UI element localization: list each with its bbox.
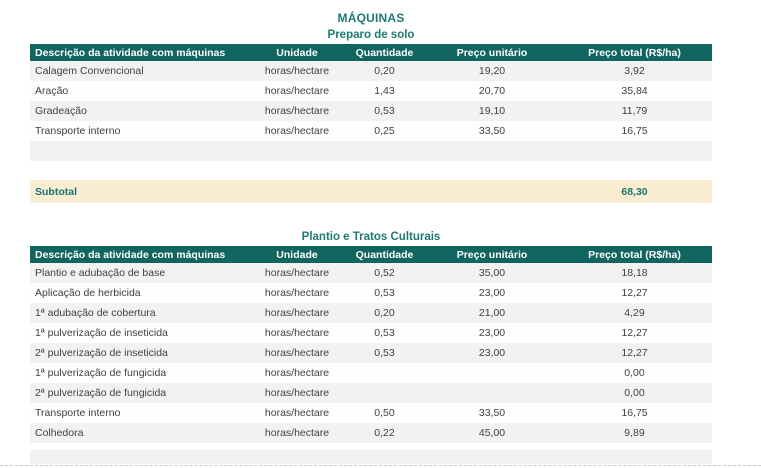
cell-unit[interactable]: horas/hectare [252,65,342,77]
section-preparo-de-solo: Preparo de soloDescrição da atividade co… [30,27,712,203]
cell-unit-price[interactable]: 33,50 [427,407,557,419]
cell-unit[interactable]: horas/hectare [252,307,342,319]
cell-total[interactable]: 12,27 [557,287,712,299]
cell-desc[interactable]: 2ª pulverização de inseticida [30,347,252,359]
cell-qty[interactable]: 0,53 [342,105,427,117]
cell-total[interactable]: 0,00 [557,387,712,399]
spreadsheet: MÁQUINAS Preparo de soloDescrição da ati… [30,10,712,464]
cell-unit-price[interactable]: 35,00 [427,267,557,279]
table-row: Plantio e adubação de basehoras/hectare0… [30,263,712,283]
cell-desc[interactable]: 2ª pulverização de fungicida [30,387,252,399]
table-row: 1ª adubação de coberturahoras/hectare0,2… [30,303,712,323]
subtotal-value[interactable]: 68,30 [557,186,712,198]
table-row: 1ª pulverização de inseticidahoras/hecta… [30,323,712,343]
cell-qty[interactable]: 0,25 [342,125,427,137]
cell-total[interactable]: 16,75 [557,407,712,419]
table-row: Transporte internohoras/hectare0,2533,50… [30,121,712,141]
column-header-unit: Unidade [252,47,342,59]
cell-unit[interactable]: horas/hectare [252,125,342,137]
column-header-unit-price: Preço unitário [427,249,557,261]
cell-unit[interactable]: horas/hectare [252,267,342,279]
cell-qty[interactable]: 0,20 [342,307,427,319]
column-header-qty: Quantidade [342,47,427,59]
cell-qty[interactable]: 0,22 [342,427,427,439]
cell-unit-price[interactable]: 45,00 [427,427,557,439]
cell-unit[interactable]: horas/hectare [252,427,342,439]
cell-total[interactable]: 35,84 [557,85,712,97]
cell-desc[interactable]: Colhedora [30,427,252,439]
cell-total[interactable]: 9,89 [557,427,712,439]
table-row: 2ª pulverização de fungicidahoras/hectar… [30,383,712,403]
cell-unit-price[interactable]: 19,10 [427,105,557,117]
cell-desc[interactable]: Transporte interno [30,125,252,137]
table-row: Gradeaçãohoras/hectare0,5319,1011,79 [30,101,712,121]
cell-unit-price[interactable]: 21,00 [427,307,557,319]
cell-unit[interactable]: horas/hectare [252,347,342,359]
column-header-total: Preço total (R$/ha) [557,249,712,261]
column-header-unit-price: Preço unitário [427,47,557,59]
cell-unit-price[interactable]: 23,00 [427,327,557,339]
cell-unit-price[interactable]: 20,70 [427,85,557,97]
cell-qty[interactable]: 0,20 [342,65,427,77]
cell-unit[interactable]: horas/hectare [252,327,342,339]
cell-total[interactable]: 3,92 [557,65,712,77]
cell-unit[interactable]: horas/hectare [252,407,342,419]
table-row: Araçãohoras/hectare1,4320,7035,84 [30,81,712,101]
cell-qty[interactable]: 0,52 [342,267,427,279]
sections-container: Preparo de soloDescrição da atividade co… [30,27,712,464]
cell-desc[interactable]: Gradeação [30,105,252,117]
page-break-line [0,465,761,466]
cell-unit-price[interactable]: 23,00 [427,347,557,359]
cell-desc[interactable]: Plantio e adubação de base [30,267,252,279]
column-header-desc: Descrição da atividade com máquinas [30,47,252,59]
table-header-row: Descrição da atividade com máquinasUnida… [30,44,712,61]
cell-total[interactable]: 4,29 [557,307,712,319]
cell-desc[interactable]: 1ª pulverização de fungicida [30,367,252,379]
subtotal-label[interactable]: Subtotal [30,186,557,198]
cell-total[interactable]: 16,75 [557,125,712,137]
cell-unit-price[interactable]: 33,50 [427,125,557,137]
cell-qty[interactable]: 0,53 [342,327,427,339]
cell-desc[interactable]: Calagem Convencional [30,65,252,77]
table-row: Calagem Convencionalhoras/hectare0,2019,… [30,61,712,81]
cell-desc[interactable]: Transporte interno [30,407,252,419]
table-row: Transporte internohoras/hectare0,5033,50… [30,403,712,423]
cell-qty[interactable]: 1,43 [342,85,427,97]
cell-qty[interactable]: 0,53 [342,347,427,359]
cell-desc[interactable]: Aração [30,85,252,97]
page-title: MÁQUINAS [30,10,712,26]
table-header-row: Descrição da atividade com máquinasUnida… [30,246,712,263]
cell-total[interactable]: 18,18 [557,267,712,279]
empty-row[interactable] [30,141,712,161]
cell-desc[interactable]: 1ª pulverização de inseticida [30,327,252,339]
table-row: Colhedorahoras/hectare0,2245,009,89 [30,423,712,443]
column-header-total: Preço total (R$/ha) [557,47,712,59]
cell-unit[interactable]: horas/hectare [252,85,342,97]
cell-total[interactable]: 12,27 [557,347,712,359]
cell-unit[interactable]: horas/hectare [252,105,342,117]
cell-total[interactable]: 12,27 [557,327,712,339]
section-plantio-e-tratos-culturais: Plantio e Tratos CulturaisDescrição da a… [30,229,712,464]
cell-unit[interactable]: horas/hectare [252,387,342,399]
table-row: 1ª pulverização de fungicidahoras/hectar… [30,363,712,383]
section-title-preparo-de-solo: Preparo de solo [30,27,712,43]
cell-unit-price[interactable]: 23,00 [427,287,557,299]
cell-unit[interactable]: horas/hectare [252,367,342,379]
cell-unit-price[interactable]: 19,20 [427,65,557,77]
table-row: 2ª pulverização de inseticidahoras/hecta… [30,343,712,363]
cell-desc[interactable]: Aplicação de herbicida [30,287,252,299]
cell-qty[interactable]: 0,53 [342,287,427,299]
cell-qty[interactable]: 0,50 [342,407,427,419]
column-header-qty: Quantidade [342,249,427,261]
cell-desc[interactable]: 1ª adubação de cobertura [30,307,252,319]
cell-total[interactable]: 11,79 [557,105,712,117]
table-row: Aplicação de herbicidahoras/hectare0,532… [30,283,712,303]
section-title-plantio-e-tratos-culturais: Plantio e Tratos Culturais [30,229,712,245]
column-header-desc: Descrição da atividade com máquinas [30,249,252,261]
empty-row[interactable] [30,450,712,464]
subtotal-row: Subtotal68,30 [30,180,712,203]
column-header-unit: Unidade [252,249,342,261]
cell-unit[interactable]: horas/hectare [252,287,342,299]
cell-total[interactable]: 0,00 [557,367,712,379]
